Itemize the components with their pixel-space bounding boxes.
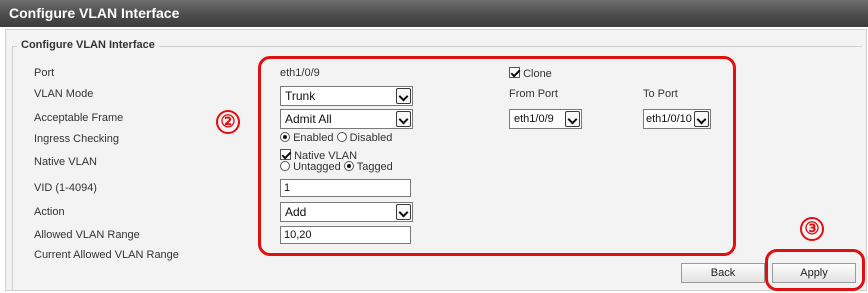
native-vlan-label: Native VLAN bbox=[34, 156, 97, 168]
annotation-box-2 bbox=[258, 56, 736, 256]
allowed-vlan-range-label: Allowed VLAN Range bbox=[34, 229, 140, 241]
vid-label: VID (1-4094) bbox=[34, 182, 97, 194]
fieldset-legend: Configure VLAN Interface bbox=[17, 39, 159, 51]
back-button[interactable]: Back bbox=[681, 263, 765, 283]
acceptable-frame-label: Acceptable Frame bbox=[34, 112, 124, 124]
annotation-number-2: ② bbox=[216, 110, 240, 134]
annotation-number-3: ③ bbox=[800, 217, 824, 241]
ingress-checking-label: Ingress Checking bbox=[34, 133, 119, 145]
port-label: Port bbox=[34, 67, 55, 79]
action-label: Action bbox=[34, 206, 65, 218]
current-allowed-vlan-range-label: Current Allowed VLAN Range bbox=[34, 249, 179, 261]
annotation-box-3 bbox=[765, 249, 865, 291]
window-title: Configure VLAN Interface bbox=[0, 0, 868, 27]
vlan-mode-label: VLAN Mode bbox=[34, 88, 94, 100]
